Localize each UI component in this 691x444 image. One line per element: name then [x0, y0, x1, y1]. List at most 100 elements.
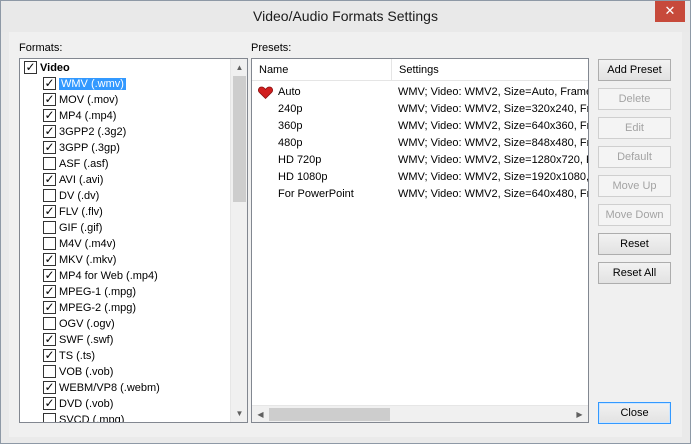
format-label: ASF (.asf) — [59, 158, 109, 170]
format-label: 3GPP (.3gp) — [59, 142, 120, 154]
preset-name: 480p — [278, 137, 303, 149]
tree-item[interactable]: ✓ MP4 (.mp4) — [43, 108, 116, 124]
format-checkbox[interactable]: ✓ — [43, 332, 56, 346]
preset-name: For PowerPoint — [278, 188, 354, 200]
tree-item[interactable]: DV (.dv) — [43, 188, 99, 204]
tree-item[interactable]: M4V (.m4v) — [43, 236, 116, 252]
preset-row[interactable]: For PowerPoint WMV; Video: WMV2, Size=640… — [252, 186, 588, 203]
tree-item[interactable]: ✓ MOV (.mov) — [43, 92, 118, 108]
settings-window: Video/Audio Formats Settings ✕ Formats: … — [0, 0, 691, 444]
format-label: WMV (.wmv) — [59, 78, 126, 90]
formats-scroll-thumb[interactable] — [233, 76, 246, 202]
tree-item[interactable]: VOB (.vob) — [43, 364, 113, 380]
presets-label: Presets: — [251, 42, 292, 54]
format-label: MPEG-1 (.mpg) — [59, 286, 137, 298]
format-checkbox[interactable]: ✓ — [43, 172, 56, 186]
format-label: GIF (.gif) — [59, 222, 103, 234]
format-checkbox[interactable]: ✓ — [43, 380, 56, 394]
tree-item[interactable]: ✓ MKV (.mkv) — [43, 252, 116, 268]
dialog-body: Formats: Presets: ✓ Video ✓ WMV (.wmv) ✓ MOV … — [9, 32, 682, 437]
format-label: SVCD (.mpg) — [59, 414, 125, 423]
format-checkbox[interactable]: ✓ — [43, 300, 56, 314]
move-down-button[interactable]: Move Down — [598, 204, 671, 226]
presets-list[interactable]: Name Settings Auto WMV; Video: WMV2, Size… — [251, 58, 589, 423]
preset-row[interactable]: Auto WMV; Video: WMV2, Size=Auto, Frame — [252, 84, 589, 101]
format-label: M4V (.m4v) — [59, 238, 116, 250]
tree-item[interactable]: ✓ SWF (.swf) — [43, 332, 113, 348]
tree-item[interactable]: ✓ MPEG-2 (.mpg) — [43, 300, 136, 316]
format-checkbox[interactable]: ✓ — [43, 268, 56, 282]
tree-item[interactable]: ✓ WEBM/VP8 (.webm) — [43, 380, 160, 396]
tree-item[interactable]: ✓ WMV (.wmv) — [43, 76, 126, 92]
format-label: WEBM/VP8 (.webm) — [59, 382, 160, 394]
checkbox-video[interactable]: ✓ — [24, 60, 37, 74]
formats-scrollbar[interactable]: ▲ ▼ — [230, 59, 247, 422]
tree-item[interactable]: ✓ MPEG-1 (.mpg) — [43, 284, 136, 300]
delete-button[interactable]: Delete — [598, 88, 671, 110]
add-preset-button[interactable]: Add Preset — [598, 59, 671, 81]
tree-item[interactable]: ✓ FLV (.flv) — [43, 204, 103, 220]
tree-item[interactable]: ASF (.asf) — [43, 156, 109, 172]
move-up-button[interactable]: Move Up — [598, 175, 671, 197]
format-checkbox[interactable]: ✓ — [43, 92, 56, 106]
format-checkbox[interactable]: ✓ — [43, 204, 56, 218]
format-checkbox[interactable] — [43, 188, 56, 202]
format-checkbox[interactable] — [43, 156, 56, 170]
tree-item[interactable]: ✓ 3GPP (.3gp) — [43, 140, 120, 156]
edit-button[interactable]: Edit — [598, 117, 671, 139]
format-checkbox[interactable]: ✓ — [43, 140, 56, 154]
tree-item[interactable]: OGV (.ogv) — [43, 316, 115, 332]
format-checkbox[interactable] — [43, 412, 56, 422]
preset-settings: WMV; Video: WMV2, Size=Auto, Frame — [398, 86, 589, 98]
preset-row[interactable]: 360p WMV; Video: WMV2, Size=640x360, Fra — [252, 118, 588, 135]
tree-item[interactable]: ✓ MP4 for Web (.mp4) — [43, 268, 158, 284]
window-title: Video/Audio Formats Settings — [253, 8, 438, 24]
preset-settings: WMV; Video: WMV2, Size=848x480, Fra — [398, 137, 589, 149]
format-checkbox[interactable] — [43, 220, 56, 234]
tree-node-video[interactable]: ✓ Video — [24, 60, 70, 76]
format-checkbox[interactable] — [43, 316, 56, 330]
tree-item[interactable]: ✓ 3GPP2 (.3g2) — [43, 124, 126, 140]
column-header-name[interactable]: Name — [252, 59, 392, 81]
scroll-up-icon[interactable]: ▲ — [231, 59, 247, 76]
default-button[interactable]: Default — [598, 146, 671, 168]
preset-row[interactable]: HD 1080p WMV; Video: WMV2, Size=1920x1080… — [252, 169, 588, 186]
reset-all-button[interactable]: Reset All — [598, 262, 671, 284]
format-label: MP4 (.mp4) — [59, 110, 117, 122]
preset-settings: WMV; Video: WMV2, Size=1280x720, F — [398, 154, 589, 166]
preset-name: HD 720p — [278, 154, 322, 166]
tree-item[interactable]: ✓ AVI (.avi) — [43, 172, 103, 188]
column-header-settings[interactable]: Settings — [392, 59, 588, 81]
scroll-left-icon[interactable]: ◀ — [252, 406, 269, 422]
format-label: TS (.ts) — [59, 350, 96, 362]
preset-row[interactable]: 240p WMV; Video: WMV2, Size=320x240, Fra — [252, 101, 589, 118]
tree-item[interactable]: SVCD (.mpg) — [43, 412, 125, 423]
format-label: MOV (.mov) — [59, 94, 119, 106]
format-checkbox[interactable] — [43, 236, 56, 250]
preset-name: 240p — [278, 103, 303, 115]
close-button[interactable]: Close — [598, 402, 671, 424]
preset-settings: WMV; Video: WMV2, Size=320x240, Fra — [398, 103, 589, 115]
format-label: MP4 for Web (.mp4) — [59, 270, 158, 282]
reset-button[interactable]: Reset — [598, 233, 671, 255]
format-checkbox[interactable]: ✓ — [43, 284, 56, 298]
format-checkbox[interactable]: ✓ — [43, 124, 56, 138]
format-checkbox[interactable]: ✓ — [43, 76, 56, 90]
tree-item[interactable]: GIF (.gif) — [43, 220, 102, 236]
scroll-down-icon[interactable]: ▼ — [231, 405, 247, 422]
preset-row[interactable]: HD 720p WMV; Video: WMV2, Size=1280x720, … — [252, 152, 589, 169]
format-checkbox[interactable]: ✓ — [43, 348, 56, 362]
format-checkbox[interactable]: ✓ — [43, 108, 56, 122]
window-close-icon[interactable]: ✕ — [655, 1, 685, 22]
format-checkbox[interactable]: ✓ — [43, 252, 56, 266]
tree-item[interactable]: ✓ DVD (.vob) — [43, 396, 113, 412]
preset-row[interactable]: 480p WMV; Video: WMV2, Size=848x480, Fra — [252, 135, 589, 152]
tree-item[interactable]: ✓ TS (.ts) — [43, 348, 95, 364]
format-label: VOB (.vob) — [59, 366, 114, 378]
presets-horizontal-scrollbar[interactable]: ◀ ▶ — [252, 405, 588, 422]
format-checkbox[interactable] — [43, 364, 56, 378]
scroll-right-icon[interactable]: ▶ — [571, 406, 588, 422]
presets-scroll-thumb[interactable] — [269, 408, 390, 421]
format-checkbox[interactable]: ✓ — [43, 396, 56, 410]
formats-tree[interactable]: ✓ Video ✓ WMV (.wmv) ✓ MOV (.mov) ✓ MP4 (.mp4) ✓… — [19, 58, 248, 423]
